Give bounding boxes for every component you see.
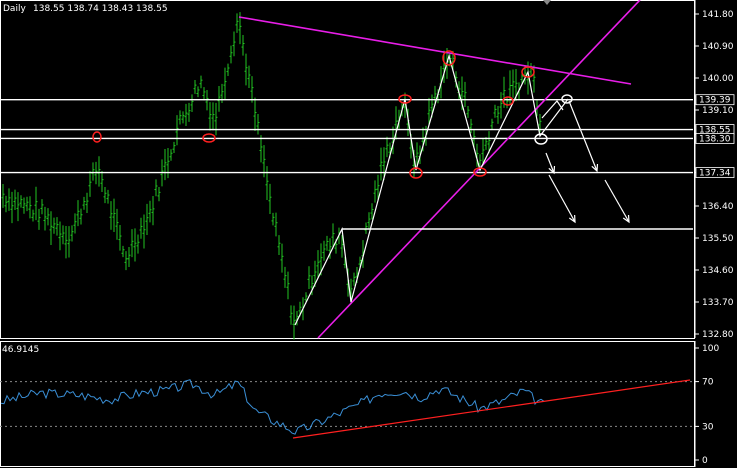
trendlines [238, 0, 693, 339]
level-label: 138.30 [699, 134, 731, 144]
price-tick-label: 132.80 [702, 330, 734, 340]
projection-arrow [604, 179, 630, 223]
price-tick-label: 134.60 [702, 266, 734, 276]
support-trendline [317, 0, 641, 339]
price-tick-label: 140.90 [702, 42, 734, 52]
projection-arrow [548, 174, 576, 223]
price-tick-label: 141.80 [702, 10, 734, 20]
indicator-panel-frame [0, 341, 695, 467]
indicator-series [0, 379, 693, 439]
price-tick-label: 139.10 [702, 106, 734, 116]
indicator-tick-label: 30 [702, 422, 714, 432]
indicator-trendline [292, 379, 691, 439]
indicator-tick-label: 70 [702, 378, 714, 388]
price-tick-label: 136.40 [702, 202, 734, 212]
timeframe-label: Daily [3, 4, 26, 14]
indicator-tick-label: 0 [702, 456, 708, 466]
projection-arrow [568, 100, 598, 172]
indicator-axis-ticks: 100 70 30 0 [695, 344, 719, 466]
swing-marker [92, 131, 102, 143]
indicator-value-readout: 46.9145 [2, 345, 39, 355]
price-tick-label: 140.00 [702, 74, 734, 84]
price-tick-label: 135.50 [702, 234, 734, 244]
price-bars [1, 12, 542, 340]
level-label: 137.34 [699, 169, 731, 179]
indicator-tick-label: 100 [702, 344, 719, 354]
level-label: 139.39 [699, 96, 731, 106]
forex-chart[interactable]: 141.80 140.90 140.00 139.10 137.34 136.40 135.… [0, 0, 737, 468]
ohlc-readout: 138.55 138.74 138.43 138.55 [33, 4, 168, 14]
horizontal-levels [0, 98, 693, 174]
price-tick-label: 133.70 [702, 298, 734, 308]
resistance-trendline [238, 16, 632, 85]
chart-shift-marker-icon[interactable] [543, 0, 551, 5]
indicator-line [0, 379, 545, 435]
